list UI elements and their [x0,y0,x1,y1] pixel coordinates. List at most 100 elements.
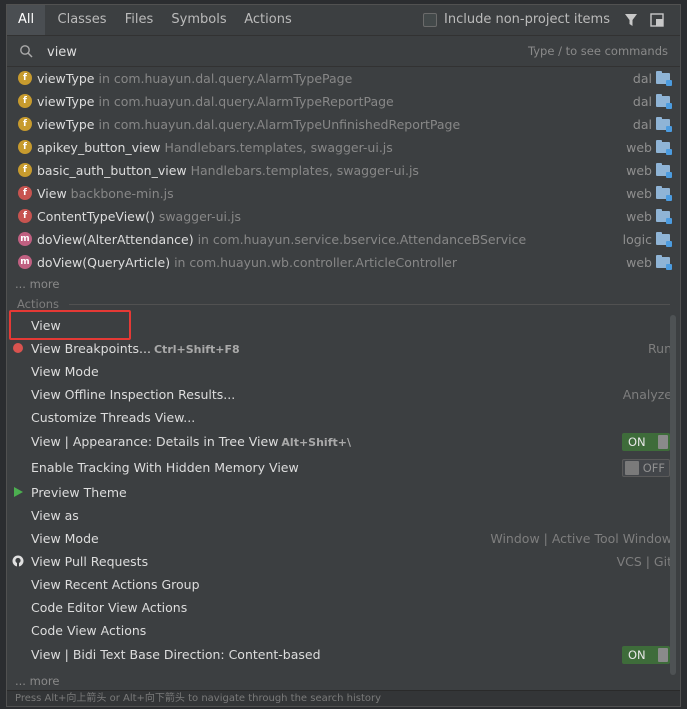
action-label: Enable Tracking With Hidden Memory View [31,455,299,481]
more-link-actions[interactable]: ... more [7,671,680,691]
result-module: dal [632,71,652,86]
action-item[interactable]: Code Editor View Actions [7,596,680,619]
list-item[interactable]: f basic_auth_button_view Handlebars.templ… [7,159,680,182]
result-text: doView(QueryArticle) in com.huayun.wb.co… [37,251,457,274]
search-input[interactable] [45,40,489,64]
action-item[interactable]: View Mode Window | Active Tool Window [7,527,680,550]
results-list: f viewType in com.huayun.dal.query.AlarmT… [7,67,680,691]
action-item[interactable]: Enable Tracking With Hidden Memory View O… [7,455,680,481]
action-item[interactable]: Code View Actions [7,619,680,642]
include-non-project-checkbox[interactable]: Include non-project items [423,12,610,28]
action-item[interactable]: View | Bidi Text Base Direction: Content… [7,642,680,668]
result-text: ContentTypeView() swagger-ui.js [37,205,241,228]
more-link-symbols[interactable]: ... more [7,274,680,294]
list-item[interactable]: m doView(AlterAttendance) in com.huayun.s… [7,228,680,251]
list-item[interactable]: f ContentTypeView() swagger-ui.js web [7,205,680,228]
action-name: View Breakpoints... [31,341,151,356]
action-name: Enable Tracking With Hidden Memory View [31,460,299,475]
list-item[interactable]: f viewType in com.huayun.dal.query.AlarmT… [7,113,680,136]
action-item[interactable]: View Pull Requests VCS | Git [7,550,680,573]
toggle-knob [658,435,668,449]
preview-panel-icon[interactable] [650,13,664,27]
action-name: View as [31,508,79,523]
list-item[interactable]: f viewType in com.huayun.dal.query.AlarmT… [7,90,680,113]
action-item[interactable]: View | Appearance: Details in Tree View A… [7,429,680,455]
result-module: dal [632,117,652,132]
result-text: viewType in com.huayun.dal.query.AlarmTy… [37,113,460,136]
action-name: View Mode [31,364,99,379]
action-name: View | Appearance: Details in Tree View [31,434,279,449]
breakpoint-icon [13,343,23,353]
action-label: View | Bidi Text Base Direction: Content… [31,642,321,668]
action-label: Customize Threads View... [31,406,195,429]
scrollbar[interactable] [670,315,676,675]
action-item[interactable]: Preview Theme [7,481,680,504]
toggle-switch[interactable]: OFF [622,459,670,477]
tab-classes[interactable]: Classes [49,5,115,35]
action-item[interactable]: View Recent Actions Group [7,573,680,596]
action-item[interactable]: Customize Threads View... [7,406,680,429]
field-icon: f [18,94,32,108]
action-item[interactable]: View Breakpoints... Ctrl+Shift+F8 Run [7,337,680,360]
tab-bar: All Classes Files Symbols Actions Includ… [7,5,680,36]
result-text: basic_auth_button_view Handlebars.templa… [37,159,419,182]
list-item[interactable]: m doView(QueryArticle) in com.huayun.wb.c… [7,251,680,274]
toggle-switch[interactable]: ON [622,646,670,664]
github-icon [12,555,24,567]
result-module: web [626,186,652,201]
action-item[interactable]: View as [7,504,680,527]
checkbox-box[interactable] [423,13,438,27]
footer-hint: Press Alt+向上箭头 or Alt+向下箭头 to navigate t… [7,690,680,706]
result-text: apikey_button_view Handlebars.templates,… [37,136,393,159]
highlight-annotation [9,310,131,340]
action-shortcut: Ctrl+Shift+F8 [153,343,240,356]
function-icon: f [18,186,32,200]
list-item[interactable]: f View backbone-min.js web [7,182,680,205]
tab-all[interactable]: All [7,5,45,35]
toggle-knob [658,648,668,662]
action-name: Code Editor View Actions [31,600,188,615]
result-module: logic [622,232,652,247]
tab-symbols[interactable]: Symbols [167,5,231,35]
module-folder-icon [656,71,672,86]
action-label: View Recent Actions Group [31,573,200,596]
list-item[interactable]: f apikey_button_view Handlebars.templates… [7,136,680,159]
result-location: in com.huayun.service.bservice.Attendanc… [193,232,527,247]
field-icon: f [18,140,32,154]
action-shortcut: Alt+Shift+\ [281,436,351,449]
action-item[interactable]: View Offline Inspection Results... Analyz… [7,383,680,406]
result-location: backbone-min.js [66,186,174,201]
module-folder-icon [656,232,672,247]
toggle-switch[interactable]: ON [622,433,670,451]
action-group: VCS | Git [616,554,672,569]
action-group: Analyze [622,387,672,402]
action-group: Run [648,341,672,356]
tab-files[interactable]: Files [119,5,159,35]
play-icon [14,487,23,497]
result-name: basic_auth_button_view [37,163,187,178]
result-module: dal [632,94,652,109]
method-icon: m [18,255,32,269]
result-name: viewType [37,117,95,132]
module-folder-icon [656,163,672,178]
tab-actions[interactable]: Actions [239,5,297,35]
result-name: doView(AlterAttendance) [37,232,194,247]
method-icon: m [18,232,32,246]
action-item[interactable]: View Mode [7,360,680,383]
filter-icon[interactable] [624,13,638,27]
field-icon: f [18,163,32,177]
toggle-label: OFF [642,461,665,475]
action-label: View as [31,504,79,527]
action-name: Customize Threads View... [31,410,196,425]
action-label: Code View Actions [31,619,146,642]
action-name: View | Bidi Text Base Direction: Content… [31,647,321,662]
result-name: ContentTypeView() [37,209,155,224]
action-label: View Mode [31,527,99,550]
result-location: Handlebars.templates, swagger-ui.js [186,163,419,178]
module-folder-icon [656,255,672,270]
action-label: Code Editor View Actions [31,596,187,619]
function-icon: f [18,209,32,223]
module-folder-icon [656,94,672,109]
result-text: viewType in com.huayun.dal.query.AlarmTy… [37,67,352,90]
list-item[interactable]: f viewType in com.huayun.dal.query.AlarmT… [7,67,680,90]
